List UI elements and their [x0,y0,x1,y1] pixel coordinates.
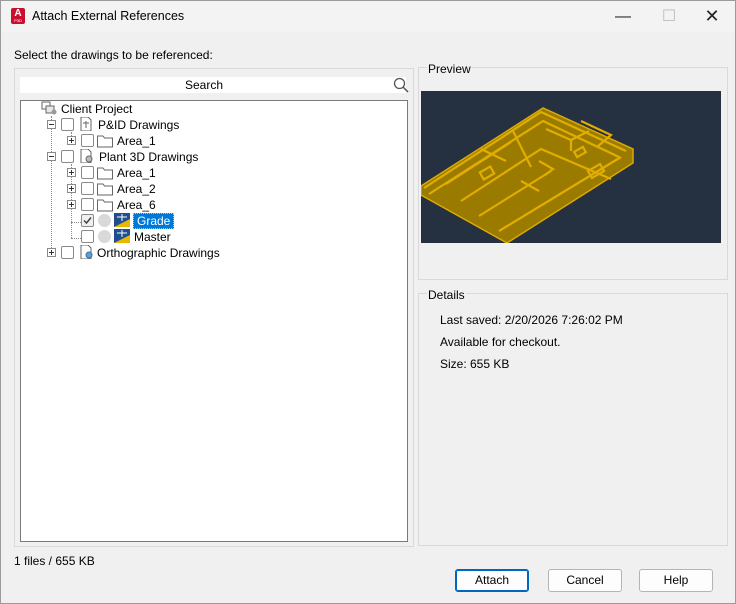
checkbox[interactable] [81,198,94,211]
expand-icon[interactable] [47,248,56,257]
checkbox[interactable] [81,134,94,147]
ortho-drawing-icon [80,245,93,259]
tree-label: Client Project [61,102,133,116]
expand-icon[interactable] [67,184,76,193]
checkbox[interactable] [81,166,94,179]
tree-label: Area_2 [117,182,156,196]
collapse-icon[interactable] [47,152,56,161]
tree-label: Orthographic Drawings [97,246,220,260]
checkbox[interactable] [61,118,74,131]
preview-title: Preview [427,62,472,76]
cancel-button[interactable]: Cancel [548,569,622,592]
help-button[interactable]: Help [639,569,713,592]
selection-summary: 1 files / 655 KB [14,554,95,568]
tree-label: Plant 3D Drawings [99,150,199,164]
plant3d-drawing-icon [80,149,93,163]
details-group: Details Last saved: 2/20/2026 7:26:02 PM… [418,288,728,546]
project-icon [41,101,57,115]
expand-icon[interactable] [67,168,76,177]
select-drawings-label: Select the drawings to be referenced: [14,48,213,62]
checkbox[interactable] [61,246,74,259]
checkbox[interactable] [61,150,74,163]
tree-label: Area_6 [117,198,156,212]
folder-icon [97,183,113,196]
maximize-button[interactable]: ☐ [646,1,692,32]
model-drawing-icon [114,229,130,243]
size-text: Size: 655 KB [440,357,510,371]
tree-label-selected: Grade [133,213,175,229]
last-saved-text: Last saved: 2/20/2026 7:26:02 PM [440,313,623,327]
expand-icon[interactable] [67,136,76,145]
folder-icon [97,167,113,180]
folder-icon [97,135,113,148]
checkbox-checked[interactable] [81,214,94,227]
tree-connector [51,116,52,254]
tree-label: Area_1 [117,166,156,180]
details-title: Details [427,288,466,302]
search-icon[interactable] [393,77,409,93]
preview-group: Preview [418,62,728,280]
maximize-icon: ☐ [661,8,677,25]
title-bar: A P3D Attach External References — ☐ ✕ [1,1,735,32]
tree-label: Master [134,230,171,244]
pid-drawing-icon [80,117,92,131]
collapse-icon[interactable] [47,120,56,129]
drawings-panel: Client Project P&ID Drawings Area_1 [14,68,414,547]
drawing-preview-image [421,91,721,243]
availability-text: Available for checkout. [440,335,561,349]
checkmark-icon [83,217,92,225]
tree-label: P&ID Drawings [98,118,180,132]
status-dot-icon [98,214,111,227]
minimize-icon: — [615,8,631,25]
model-drawing-icon [114,213,130,227]
minimize-button[interactable]: — [600,1,646,32]
folder-icon [97,199,113,212]
search-input[interactable] [20,77,388,93]
expand-icon[interactable] [67,200,76,209]
close-button[interactable]: ✕ [689,1,735,32]
drawings-tree[interactable]: Client Project P&ID Drawings Area_1 Plan… [20,100,408,542]
attach-button[interactable]: Attach [455,569,529,592]
close-icon: ✕ [704,6,720,26]
autocad-app-icon: A P3D [11,8,25,24]
search-box [20,77,409,93]
checkbox[interactable] [81,182,94,195]
tree-label: Area_1 [117,134,156,148]
window-title: Attach External References [32,9,185,23]
status-dot-icon [98,230,111,243]
checkbox[interactable] [81,230,94,243]
